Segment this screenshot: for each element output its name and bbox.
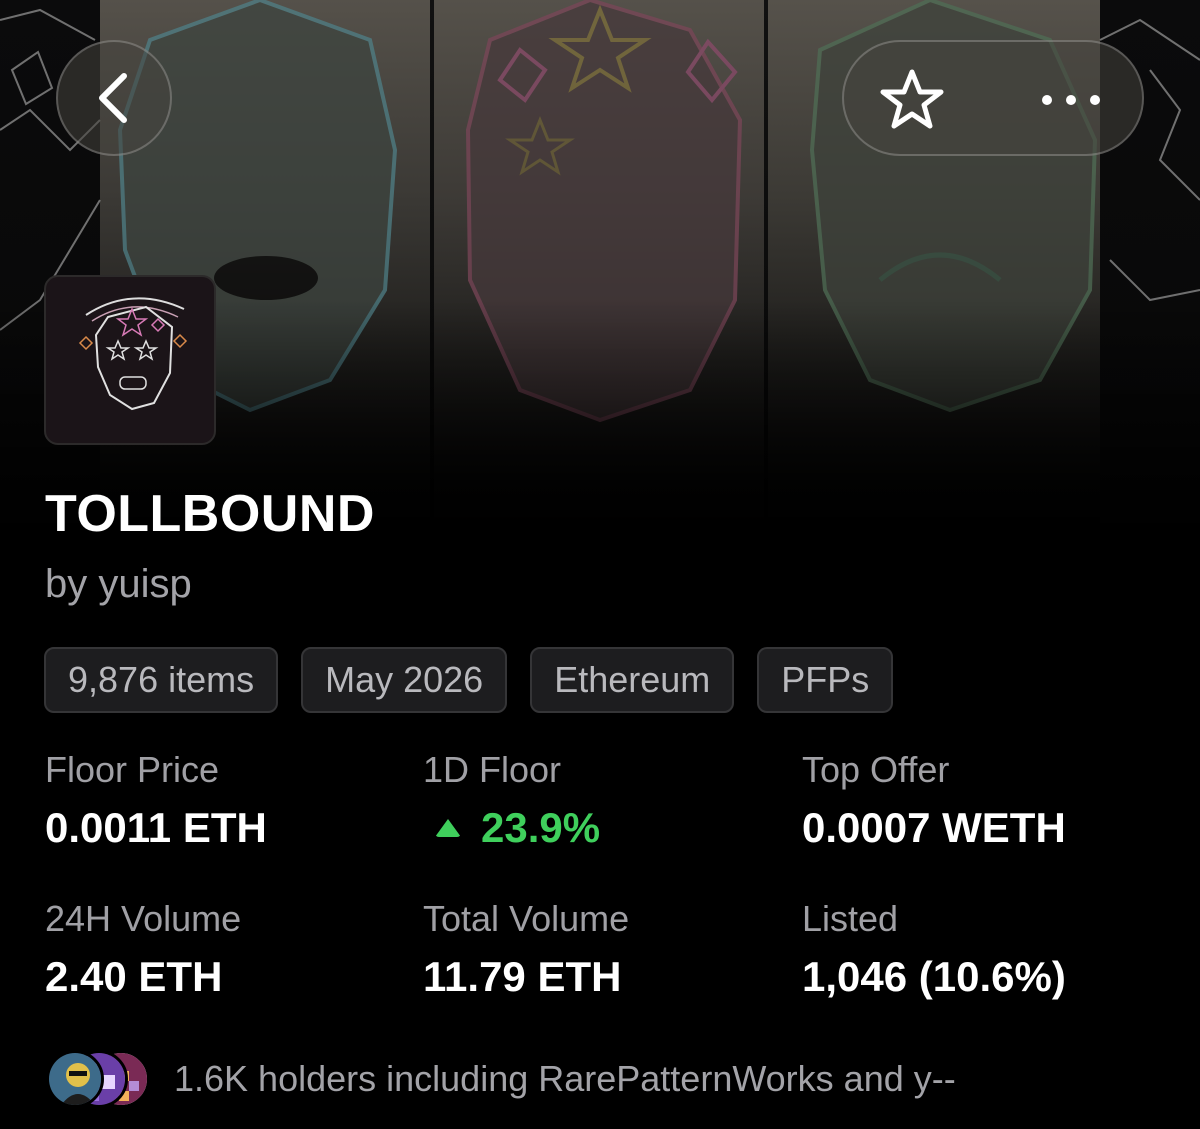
stat-label: Floor Price xyxy=(45,749,220,790)
stat-top-offer: Top Offer 0.0007 WETH xyxy=(802,750,1066,852)
category-chip[interactable]: PFPs xyxy=(757,647,894,713)
favorite-button[interactable] xyxy=(874,62,950,138)
back-button[interactable] xyxy=(56,40,172,156)
chain-chip[interactable]: Ethereum xyxy=(530,647,735,713)
holder-avatars xyxy=(46,1046,156,1112)
stat-24h-volume: 24H Volume 2.40 ETH xyxy=(45,899,241,1001)
stat-label: 1D Floor xyxy=(423,749,562,790)
stat-value: 23.9% xyxy=(423,804,600,852)
stat-floor-price: Floor Price 0.0011 ETH xyxy=(45,750,267,852)
stat-label: Total Volume xyxy=(423,898,630,939)
stat-label: Top Offer xyxy=(802,749,950,790)
star-outline-icon xyxy=(880,69,944,129)
stat-value: 0.0011 ETH xyxy=(45,804,267,851)
stat-label: Listed xyxy=(802,898,899,939)
stat-value: 1,046 (10.6%) xyxy=(802,953,1066,1000)
stat-value: 0.0007 WETH xyxy=(802,804,1066,851)
more-options-button[interactable] xyxy=(1026,62,1116,138)
action-pill xyxy=(842,40,1144,156)
items-count-chip: 9,876 items xyxy=(44,647,279,713)
stat-label: 24H Volume xyxy=(45,898,242,939)
stat-1d-floor: 1D Floor 23.9% xyxy=(423,750,600,852)
holders-row[interactable]: 1.6K holders including RarePatternWorks … xyxy=(46,1046,956,1112)
collection-screen: TOLLBOUND by yuisp 9,876 items May 2026 … xyxy=(0,0,1200,1129)
up-arrow-icon xyxy=(435,819,461,837)
more-horizontal-icon xyxy=(1042,95,1052,105)
avatar xyxy=(46,1050,104,1108)
creator-link[interactable]: by yuisp xyxy=(45,562,192,607)
stat-value: 11.79 ETH xyxy=(423,953,622,1000)
collection-tags: 9,876 items May 2026 Ethereum PFPs xyxy=(44,647,894,713)
stat-listed: Listed 1,046 (10.6%) xyxy=(802,899,1066,1001)
created-date-chip: May 2026 xyxy=(301,647,508,713)
percent-change: 23.9% xyxy=(481,804,601,851)
collection-title: TOLLBOUND xyxy=(45,485,375,543)
holders-summary: 1.6K holders including RarePatternWorks … xyxy=(174,1058,956,1099)
mask-face-image xyxy=(78,297,188,411)
stat-value: 2.40 ETH xyxy=(45,953,223,1000)
stat-total-volume: Total Volume 11.79 ETH xyxy=(423,899,629,1001)
collection-avatar xyxy=(44,275,216,445)
chevron-left-icon xyxy=(99,73,127,123)
